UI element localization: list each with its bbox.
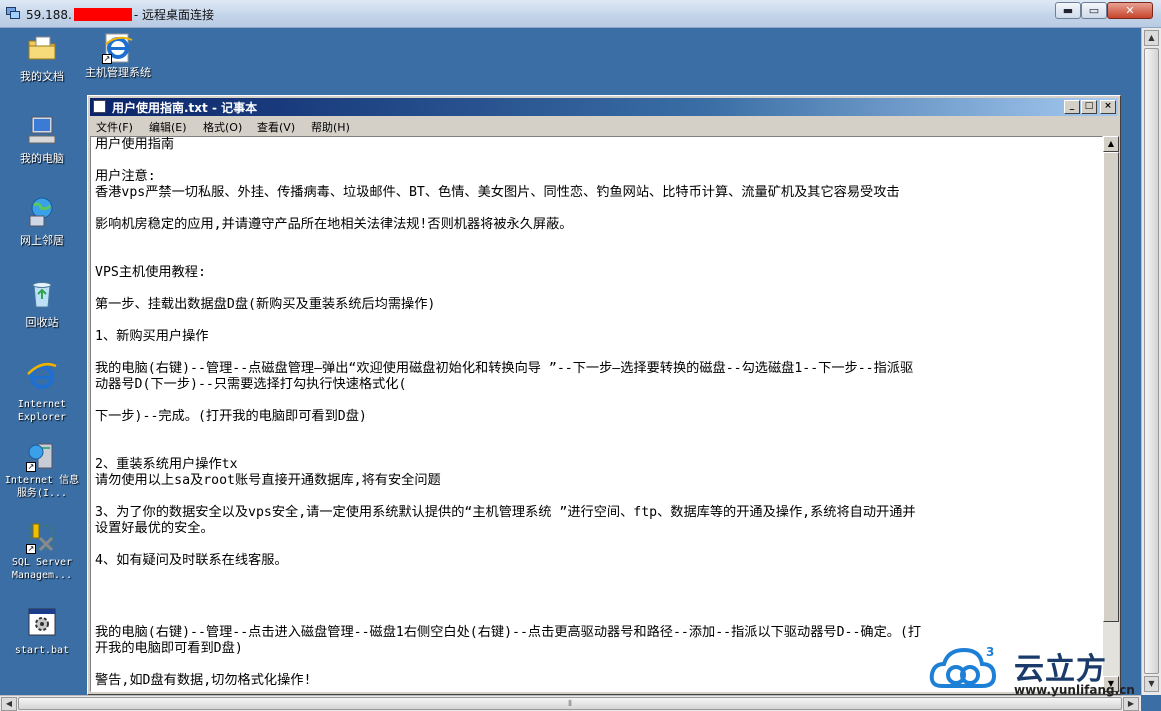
rdp-minimize-button[interactable]: ▬ [1055,2,1081,19]
desktop-icon-iis[interactable]: ↗ Internet 信息服务(I... [2,440,82,500]
text-line: 请勿使用以上sa及root账号直接开通数据库,将有安全问题 [95,473,441,488]
notepad-title-bar[interactable]: 用户使用指南.txt - 记事本 _ □ × [90,98,1118,116]
text-line: 设置好最优的安全。 [95,521,214,536]
rdp-title-ip: 59.188. [26,8,72,22]
notepad-window[interactable]: 用户使用指南.txt - 记事本 _ □ × 文件(F) 编辑(E) 格式(O)… [87,95,1121,695]
notepad-title: 用户使用指南.txt - 记事本 [112,101,258,115]
menu-file[interactable]: 文件(F) [96,119,133,135]
watermark-url: www.yunlifang.cn [1014,683,1135,697]
text-line: 2、重装系统用户操作tx [95,457,238,472]
desktop-icon-label: SQL Server Managem... [11,557,73,581]
rdp-maximize-button[interactable]: ▭ [1081,2,1107,19]
shortcut-arrow-icon: ↗ [102,54,112,64]
scroll-up-icon[interactable]: ▲ [1144,30,1159,46]
notepad-text-area[interactable]: 用户使用指南 用户注意: 香港vps严禁一切私服、外挂、传播病毒、垃圾邮件、BT、色… [90,136,1103,692]
desktop-icon-label: Internet 信息服务(I... [4,475,80,499]
minimize-icon: _ [1069,101,1075,111]
watermark-badge: 3 [986,645,994,659]
folder-icon [28,36,56,60]
desktop-icon-network-places[interactable]: 网上邻居 [2,196,82,247]
desktop-icon-label: 我的电脑 [20,152,64,165]
text-line: 第一步、挂载出数据盘D盘(新购买及重装系统后均需操作) [95,297,436,312]
redacted-ip-block [73,8,132,21]
desktop-icon-my-documents[interactable]: 我的文档 [2,32,82,83]
scrollbar-thumb[interactable] [1144,48,1159,674]
notepad-icon [93,100,106,113]
menu-help[interactable]: 帮助(H) [311,119,350,135]
network-icon [29,197,53,227]
scroll-up-icon[interactable]: ▲ [1103,136,1119,152]
rdp-window-title: 59.188. - 远程桌面连接 [26,6,214,23]
minimize-icon: ▬ [1062,4,1074,17]
brand-watermark: 3 云立方 www.yunlifang.cn [928,640,1148,700]
watermark-brand-name: 云立方 [1014,652,1107,687]
notepad-maximize-button[interactable]: □ [1081,100,1097,114]
desktop-icon-label: 网上邻居 [20,234,64,247]
text-line: 开我的电脑即可看到D盘) [95,641,243,656]
rdp-vertical-scrollbar[interactable]: ▲ ▼ [1141,28,1161,695]
notepad-menu-bar: 文件(F) 编辑(E) 格式(O) 查看(V) 帮助(H) [90,117,1118,135]
computer-icon [28,116,56,144]
text-line: 4、如有疑问及时联系在线客服。 [95,553,288,568]
text-line: 下一步)--完成。(打开我的电脑即可看到D盘) [95,409,367,424]
shortcut-arrow-icon: ↗ [26,544,36,554]
rdp-close-button[interactable]: ✕ [1107,2,1153,19]
cloud-logo-icon: 3 [929,645,997,688]
rdp-title-suffix: - 远程桌面连接 [133,8,214,22]
text-line: 我的电脑(右键)--管理--点磁盘管理—弹出“欢迎使用磁盘初始化和转换向导 ”-… [95,361,914,376]
notepad-close-button[interactable]: × [1100,100,1116,114]
remote-desktop-icon [6,7,20,19]
desktop-icon-recycle-bin[interactable]: 回收站 [2,278,82,329]
desktop-icon-label: Internet Explorer [17,399,67,423]
text-line: VPS主机使用教程: [95,265,206,280]
close-icon: × [1104,101,1112,111]
batch-file-icon [28,608,56,636]
text-line: 影响机房稳定的应用,并请遵守产品所在地相关法律法规!否则机器将被永久屏蔽。 [95,217,573,232]
text-line: 我的电脑(右键)--管理--点击进入磁盘管理--磁盘1右侧空白处(右键)--点击… [95,625,922,640]
desktop-icon-start-bat[interactable]: start.bat [2,606,82,657]
desktop-icon-internet-explorer[interactable]: Internet Explorer [2,360,82,424]
text-line: 用户使用指南 [95,137,175,152]
scroll-left-icon[interactable]: ◀ [1,697,17,711]
text-line: 警告,如D盘有数据,切勿格式化操作! [95,673,312,688]
recycle-bin-icon [32,282,52,308]
scrollbar-thumb[interactable] [1103,152,1119,622]
desktop-icon-host-management[interactable]: ↗ 主机管理系统 [78,32,158,79]
desktop-icon-sql-server[interactable]: ↗ SQL Server Managem... [2,522,82,582]
maximize-icon: ▭ [1088,4,1100,17]
desktop-icon-label: 主机管理系统 [85,66,151,79]
close-icon: ✕ [1125,4,1135,17]
desktop-icon-label: 我的文档 [20,70,64,83]
text-line: 3、为了你的数据安全以及vps安全,请一定使用系统默认提供的“主机管理系统 ”进… [95,505,916,520]
notepad-minimize-button[interactable]: _ [1064,100,1080,114]
text-line: 香港vps严禁一切私服、外挂、传播病毒、垃圾邮件、BT、色情、美女图片、同性恋、… [95,185,900,200]
text-line: 动器号D(下一步)--只需要选择打勾执行快速格式化( [95,377,407,392]
shortcut-arrow-icon: ↗ [26,462,36,472]
desktop-icon-label: start.bat [14,645,70,656]
desktop-icon-label: 回收站 [25,316,59,329]
maximize-icon: □ [1084,101,1094,111]
ie-icon [27,363,57,389]
menu-format[interactable]: 格式(O) [203,119,242,135]
rdp-title-bar[interactable]: 59.188. - 远程桌面连接 ▬ ▭ ✕ [0,0,1161,28]
notepad-vertical-scrollbar[interactable]: ▲ ▼ [1103,136,1119,692]
text-line: 1、新购买用户操作 [95,329,209,344]
desktop-icon-my-computer[interactable]: 我的电脑 [2,114,82,165]
menu-view[interactable]: 查看(V) [257,119,295,135]
text-line: 用户注意: [95,169,156,184]
menu-edit[interactable]: 编辑(E) [149,119,187,135]
